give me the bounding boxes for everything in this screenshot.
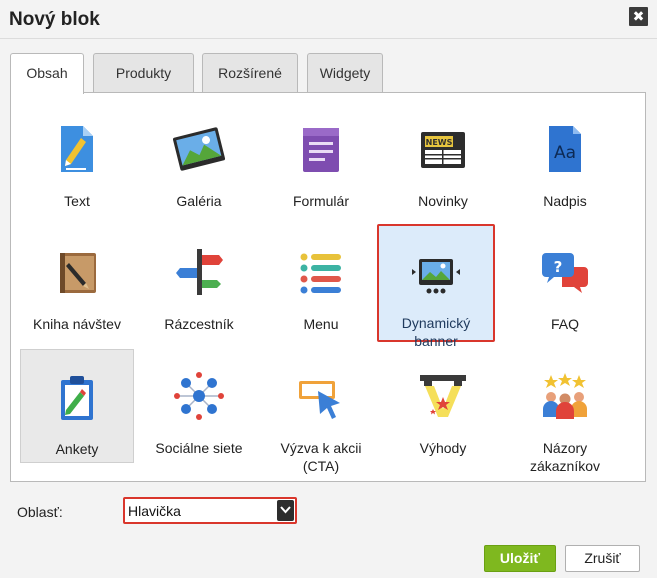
signpost-icon <box>176 249 223 295</box>
area-select-value: Hlavička <box>128 503 181 519</box>
customer-reviews-icon <box>543 373 587 419</box>
block-tile-novinky[interactable]: NEWS Novinky <box>386 102 500 216</box>
svg-text:Aa: Aa <box>554 143 576 163</box>
poll-icon <box>61 376 93 420</box>
heading-icon: Aa <box>549 126 581 172</box>
dynamic-banner-icon <box>412 259 460 294</box>
block-tile-galeria[interactable]: Galéria <box>142 102 256 216</box>
block-label: Kniha návštev <box>33 316 121 332</box>
block-tile-kniha-navstev[interactable]: Kniha návštev <box>20 225 134 339</box>
block-label: Výhody <box>419 440 467 456</box>
block-label: Názory zákazníkov <box>529 440 601 474</box>
faq-icon: ? <box>542 253 588 293</box>
guestbook-icon <box>60 253 96 293</box>
tab-rozsirene[interactable]: Rozšírené <box>202 53 298 92</box>
tab-obsah[interactable]: Obsah <box>10 53 84 94</box>
menu-list-icon <box>300 253 341 294</box>
social-network-icon <box>174 372 224 420</box>
tab-produkty[interactable]: Produkty <box>93 53 194 92</box>
block-label: Nadpis <box>543 193 587 209</box>
block-label: Rázcestník <box>164 316 234 332</box>
svg-text:?: ? <box>554 258 563 276</box>
block-tile-formular[interactable]: Formulár <box>264 102 378 216</box>
block-grid-panel: Text Galéria Formulár NEWS Novinky Aa Na… <box>10 92 646 482</box>
block-tile-nadpis[interactable]: Aa Nadpis <box>508 102 622 216</box>
tab-widgety[interactable]: Widgety <box>307 53 383 92</box>
gallery-icon <box>172 127 226 171</box>
block-label: Dynamický banner <box>401 315 471 349</box>
new-block-dialog: Nový blok ✖ Obsah Produkty Rozšírené Wid… <box>0 0 657 578</box>
area-select[interactable]: Hlavička <box>123 497 297 524</box>
svg-text:NEWS: NEWS <box>426 138 453 147</box>
block-label: Text <box>64 193 90 209</box>
block-tile-dynamicky-banner[interactable]: Dynamický banner <box>377 224 495 349</box>
block-label: Galéria <box>176 193 222 209</box>
block-tile-socialne-siete[interactable]: Sociálne siete <box>142 349 256 463</box>
title-divider <box>0 38 657 39</box>
block-label: Sociálne siete <box>155 440 243 456</box>
area-label: Oblasť: <box>17 504 63 520</box>
form-icon <box>303 128 339 172</box>
block-label: Ankety <box>55 441 99 457</box>
block-tile-razcestnik[interactable]: Rázcestník <box>142 225 256 339</box>
block-tile-text[interactable]: Text <box>20 102 134 216</box>
news-icon: NEWS <box>421 132 465 168</box>
block-tile-vyhody[interactable]: Výhody <box>386 349 500 463</box>
block-tile-cta[interactable]: Výzva k akcii (CTA) <box>264 349 378 474</box>
block-label: Novinky <box>418 193 468 209</box>
block-label: Formulár <box>292 193 349 209</box>
call-to-action-icon <box>299 381 340 419</box>
close-button[interactable]: ✖ <box>629 7 648 26</box>
text-document-icon <box>61 126 93 172</box>
dialog-title: Nový blok <box>9 9 100 30</box>
chevron-down-icon[interactable] <box>277 500 294 521</box>
block-tile-menu[interactable]: Menu <box>264 225 378 339</box>
benefits-icon <box>420 375 466 417</box>
cancel-button[interactable]: Zrušiť <box>565 545 640 572</box>
block-label: Menu <box>303 316 339 332</box>
block-label: Výzva k akcii (CTA) <box>280 440 362 474</box>
block-tile-nazory-zakaznikov[interactable]: Názory zákazníkov <box>508 349 622 474</box>
close-icon: ✖ <box>632 8 645 24</box>
block-tile-ankety[interactable]: Ankety <box>20 349 134 463</box>
block-label: FAQ <box>550 316 579 332</box>
save-button[interactable]: Uložiť <box>484 545 556 572</box>
block-tile-faq[interactable]: ? FAQ <box>508 225 622 339</box>
